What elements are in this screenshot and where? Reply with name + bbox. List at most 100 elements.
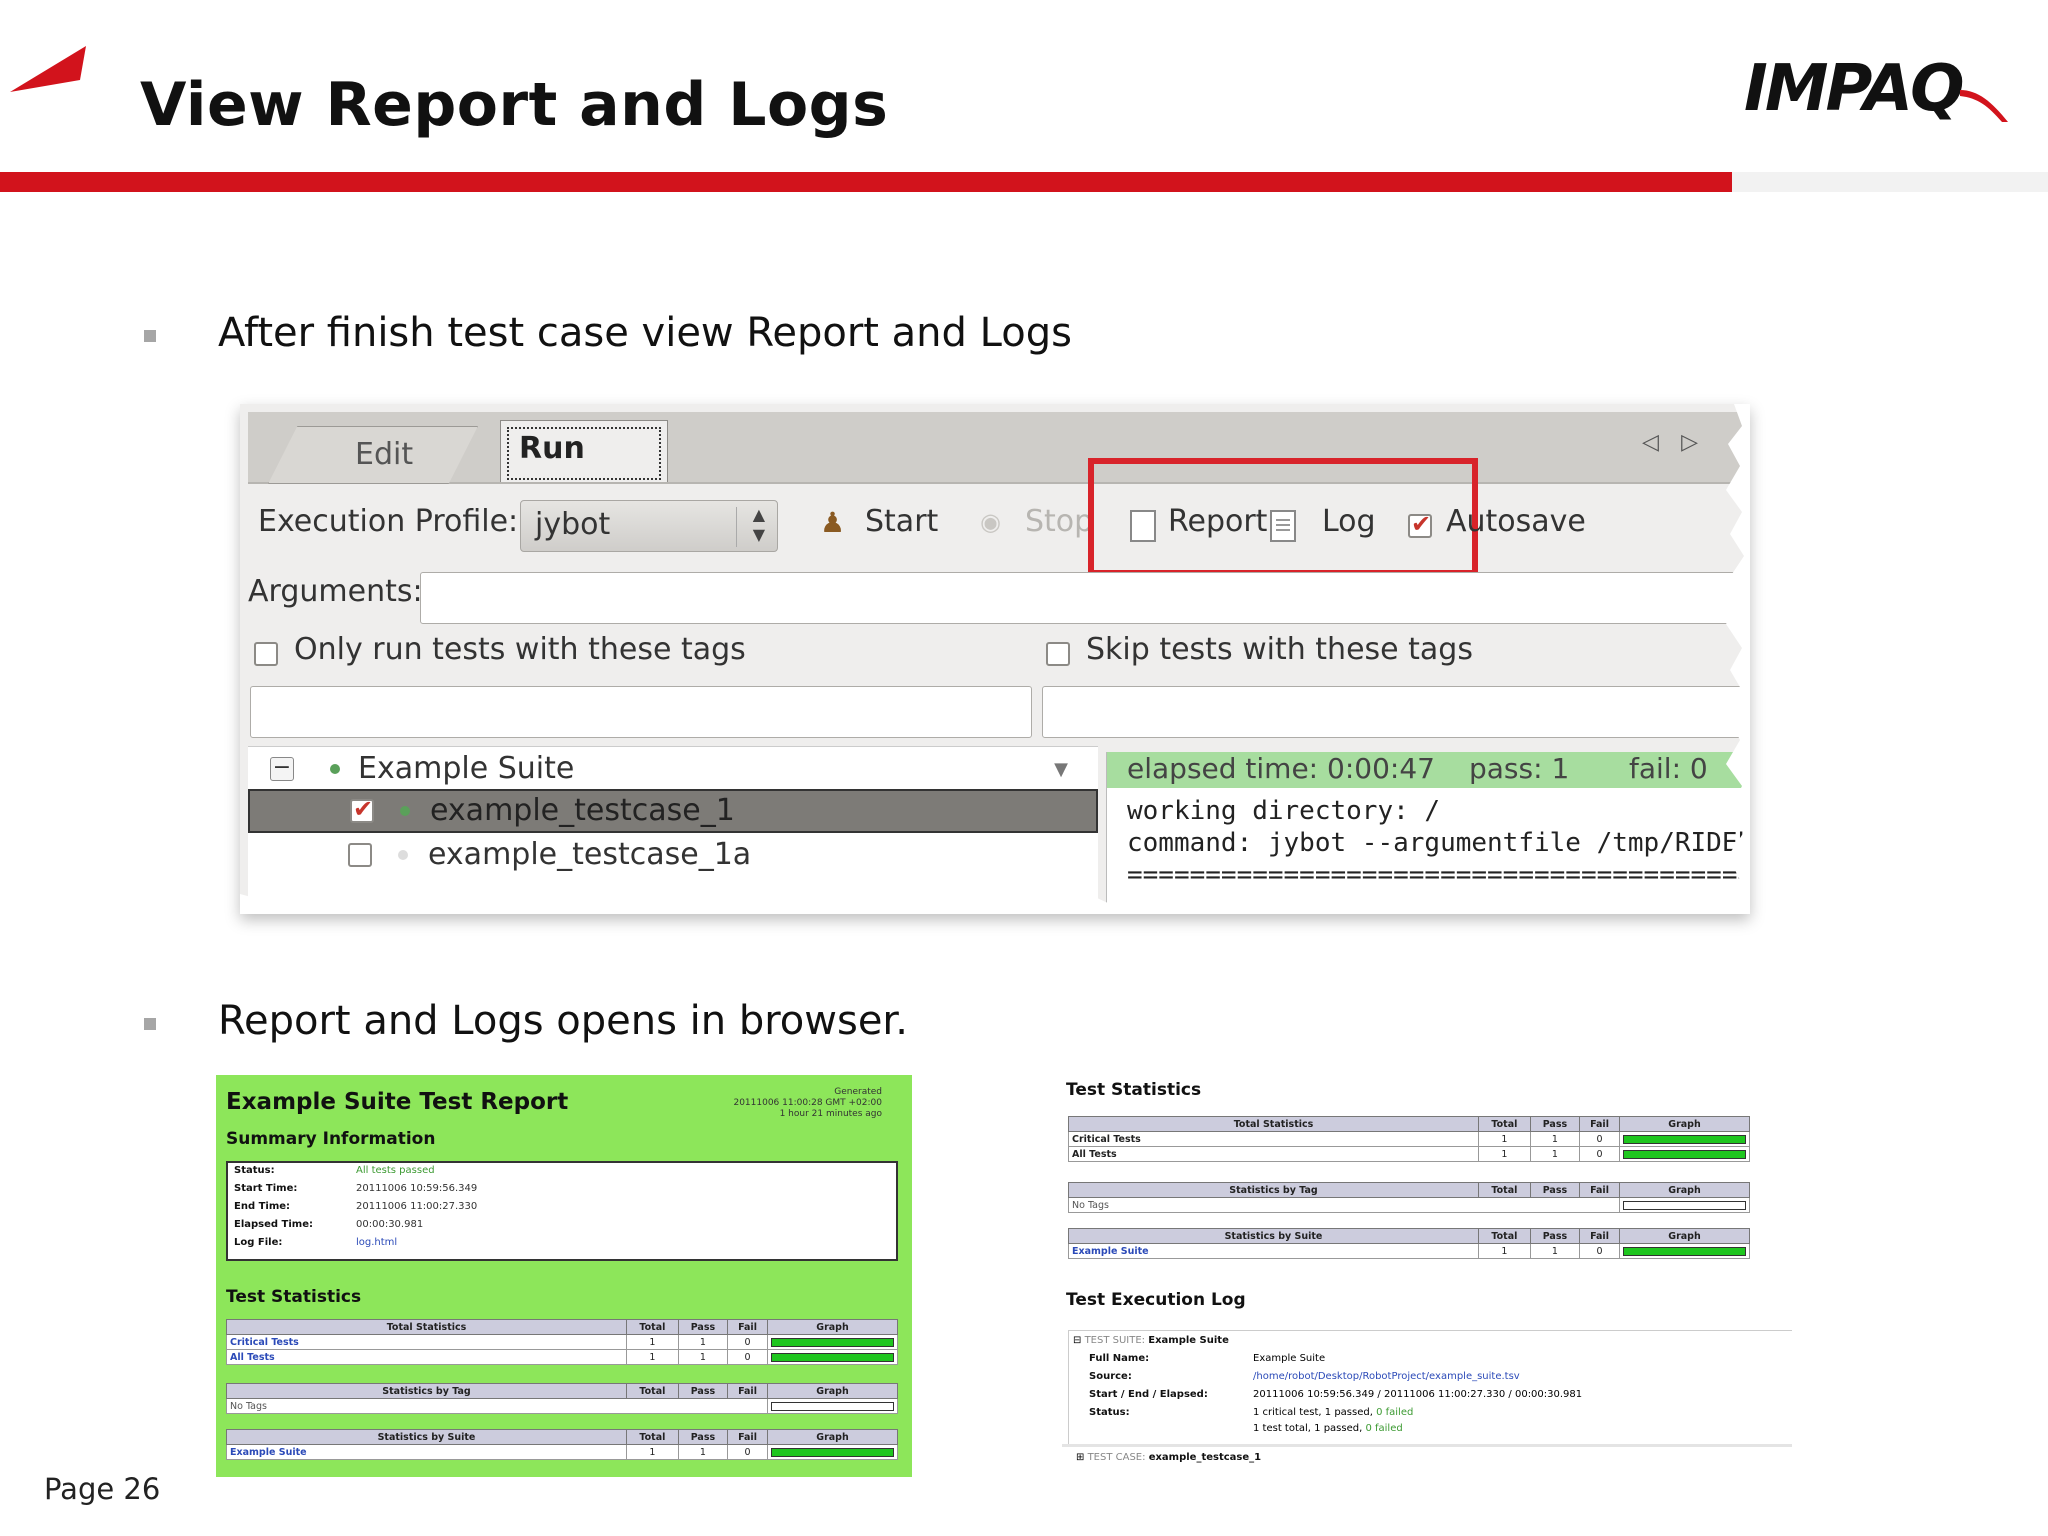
- logo-swoosh-icon: [1960, 90, 2008, 122]
- header-red-bar: [0, 172, 1732, 192]
- status-line-1: 1 critical test, 1 passed, 0 failed: [1253, 1407, 1414, 1418]
- log-button[interactable]: Log: [1322, 504, 1376, 539]
- table-row: No Tags: [1068, 1197, 1750, 1213]
- suite-log-block: ⊟ TEST SUITE: Example Suite Full Name: E…: [1068, 1330, 1792, 1446]
- slide-title: View Report and Logs: [140, 70, 889, 140]
- log-suite-stats-table: Statistics by Suite Total Pass Fail Graph Ex…: [1068, 1228, 1750, 1259]
- skip-tags-checkbox[interactable]: [1046, 642, 1070, 666]
- elapsed-time: elapsed time: 0:00:47: [1127, 752, 1435, 785]
- source-link[interactable]: /home/robot/Desktop/RobotProject/example…: [1253, 1371, 1520, 1382]
- times-row: Start / End / Elapsed:: [1089, 1389, 1208, 1400]
- spinner-arrows-icon: ▲ ▼: [752, 505, 765, 544]
- report-suite-stats-table: Statistics by Suite Total Pass Fail Graph Ex…: [226, 1429, 898, 1460]
- summary-title: Summary Information: [226, 1129, 436, 1149]
- only-run-tags-input[interactable]: [250, 686, 1032, 738]
- header-bar-shadow: [1732, 172, 2048, 192]
- tree-row-suite[interactable]: − Example Suite ▼: [248, 747, 1098, 791]
- command-line: command: jybot --argumentfile /tmp/RIDEh: [1127, 828, 1750, 858]
- collapse-icon[interactable]: ⊟: [1073, 1335, 1081, 1346]
- execution-profile-value: jybot: [535, 507, 611, 542]
- stop-icon: ◉: [980, 508, 1001, 536]
- status-line-2: 1 test total, 1 passed, 0 failed: [1253, 1423, 1403, 1434]
- start-robot-icon[interactable]: ♟: [820, 506, 845, 539]
- tree-row-test-1[interactable]: example_testcase_1: [248, 789, 1098, 833]
- test-2-name: example_testcase_1a: [428, 837, 752, 872]
- only-run-tags-label: Only run tests with these tags: [294, 632, 746, 667]
- bullet-marker: [144, 1018, 156, 1030]
- times-value: 20111006 10:59:56.349 / 20111006 11:00:2…: [1253, 1389, 1583, 1400]
- status-dot-icon: [398, 850, 408, 860]
- report-html-screenshot: Example Suite Test Report Generated 2011…: [216, 1075, 912, 1477]
- pass-count: pass: 1: [1469, 752, 1570, 785]
- pass-bar: [1623, 1149, 1746, 1159]
- report-doc-icon[interactable]: [1130, 510, 1156, 542]
- pass-bar: [1623, 1134, 1746, 1144]
- source-row: Source:: [1089, 1371, 1132, 1382]
- log-file-link: log.html: [356, 1237, 398, 1248]
- generated-label: Generated: [834, 1087, 882, 1097]
- dropdown-arrow-icon[interactable]: ▼: [1054, 759, 1068, 780]
- arguments-input[interactable]: [420, 572, 1750, 624]
- report-tag-stats-table: Statistics by Tag Total Pass Fail Graph No T…: [226, 1383, 898, 1414]
- tab-scroll-arrows-icon[interactable]: ◁▷: [1642, 430, 1720, 455]
- suite-header[interactable]: ⊟ TEST SUITE: Example Suite: [1073, 1335, 1229, 1346]
- report-total-stats-table: Total Statistics Total Pass Fail Graph Criti…: [226, 1319, 898, 1365]
- test-2-checkbox[interactable]: [348, 843, 372, 867]
- working-directory: working directory: /: [1127, 796, 1441, 826]
- status-row: Status:: [1089, 1407, 1130, 1418]
- generated-time: 20111006 11:00:28 GMT +02:00: [733, 1098, 882, 1108]
- start-button[interactable]: Start: [865, 504, 938, 539]
- tab-bar: Edit Run ◁▷: [248, 412, 1750, 484]
- table-row: Example Suite 1 1 0: [226, 1444, 898, 1460]
- test-1-checkbox[interactable]: [350, 795, 374, 823]
- suite-name: Example Suite: [358, 751, 575, 786]
- corner-accent-mark: [10, 46, 86, 92]
- report-button[interactable]: Report: [1168, 504, 1267, 539]
- full-name-value: Example Suite: [1253, 1353, 1326, 1364]
- test-case-header[interactable]: ⊞ TEST CASE: example_testcase_1: [1076, 1452, 1261, 1463]
- tab-edit[interactable]: Edit: [268, 426, 478, 484]
- stop-button: Stop: [1025, 504, 1094, 539]
- only-run-tags-checkbox[interactable]: [254, 642, 278, 666]
- impaq-logo: IMPAQ: [1744, 52, 1964, 126]
- table-row: All Tests 1 1 0: [1068, 1146, 1750, 1162]
- ride-run-screenshot: Edit Run ◁▷ Execution Profile: jybot ▲ ▼ …: [240, 404, 1750, 914]
- skip-tags-input[interactable]: [1042, 686, 1750, 738]
- suite-tag: TEST SUITE:: [1084, 1335, 1146, 1346]
- fail-count: fail: 0: [1629, 752, 1708, 785]
- autosave-label: Autosave: [1446, 504, 1586, 539]
- bullet-text-1: After finish test case view Report and L…: [218, 310, 1072, 356]
- pass-bar: [1623, 1246, 1746, 1256]
- test-1-name: example_testcase_1: [430, 793, 735, 828]
- pass-bar: [771, 1337, 894, 1347]
- log-html-screenshot: Test Statistics Total Statistics Total Pas…: [1062, 1070, 1792, 1494]
- log-doc-icon[interactable]: [1270, 510, 1296, 542]
- pass-bar: [771, 1352, 894, 1362]
- log-tag-stats-table: Statistics by Tag Total Pass Fail Graph No T…: [1068, 1182, 1750, 1213]
- log-divider: [1062, 1444, 1792, 1447]
- run-status-bar: elapsed time: 0:00:47 pass: 1 fail: 0: [1107, 752, 1750, 788]
- full-name-row: Full Name:: [1089, 1353, 1150, 1364]
- collapse-icon[interactable]: −: [270, 757, 294, 781]
- arguments-label: Arguments:: [248, 574, 423, 609]
- skip-tags-label: Skip tests with these tags: [1086, 632, 1473, 667]
- suite-name: Example Suite: [1148, 1335, 1229, 1346]
- tab-run[interactable]: Run: [500, 420, 668, 482]
- execution-profile-select[interactable]: jybot ▲ ▼: [520, 500, 778, 552]
- status-dot-icon: [330, 764, 340, 774]
- summary-table: Status: All tests passed Start Time: 20111…: [226, 1161, 898, 1261]
- table-row: Critical Tests 1 1 0: [226, 1334, 898, 1350]
- status-dot-icon: [400, 806, 410, 816]
- torn-edge-right: [1726, 404, 1750, 914]
- log-stats-title: Test Statistics: [1066, 1080, 1202, 1100]
- log-total-stats-table: Total Statistics Total Pass Fail Graph Criti…: [1068, 1116, 1750, 1162]
- case-tag: TEST CASE:: [1087, 1452, 1146, 1463]
- expand-icon[interactable]: ⊞: [1076, 1452, 1084, 1463]
- tree-row-test-2[interactable]: example_testcase_1a: [248, 833, 1098, 877]
- log-exec-title: Test Execution Log: [1066, 1290, 1246, 1310]
- table-row: Example Suite 1 1 0: [1068, 1243, 1750, 1259]
- execution-profile-label: Execution Profile:: [258, 504, 519, 539]
- autosave-checkbox[interactable]: [1408, 510, 1432, 538]
- table-row: Critical Tests 1 1 0: [1068, 1131, 1750, 1147]
- empty-bar: [1623, 1200, 1746, 1210]
